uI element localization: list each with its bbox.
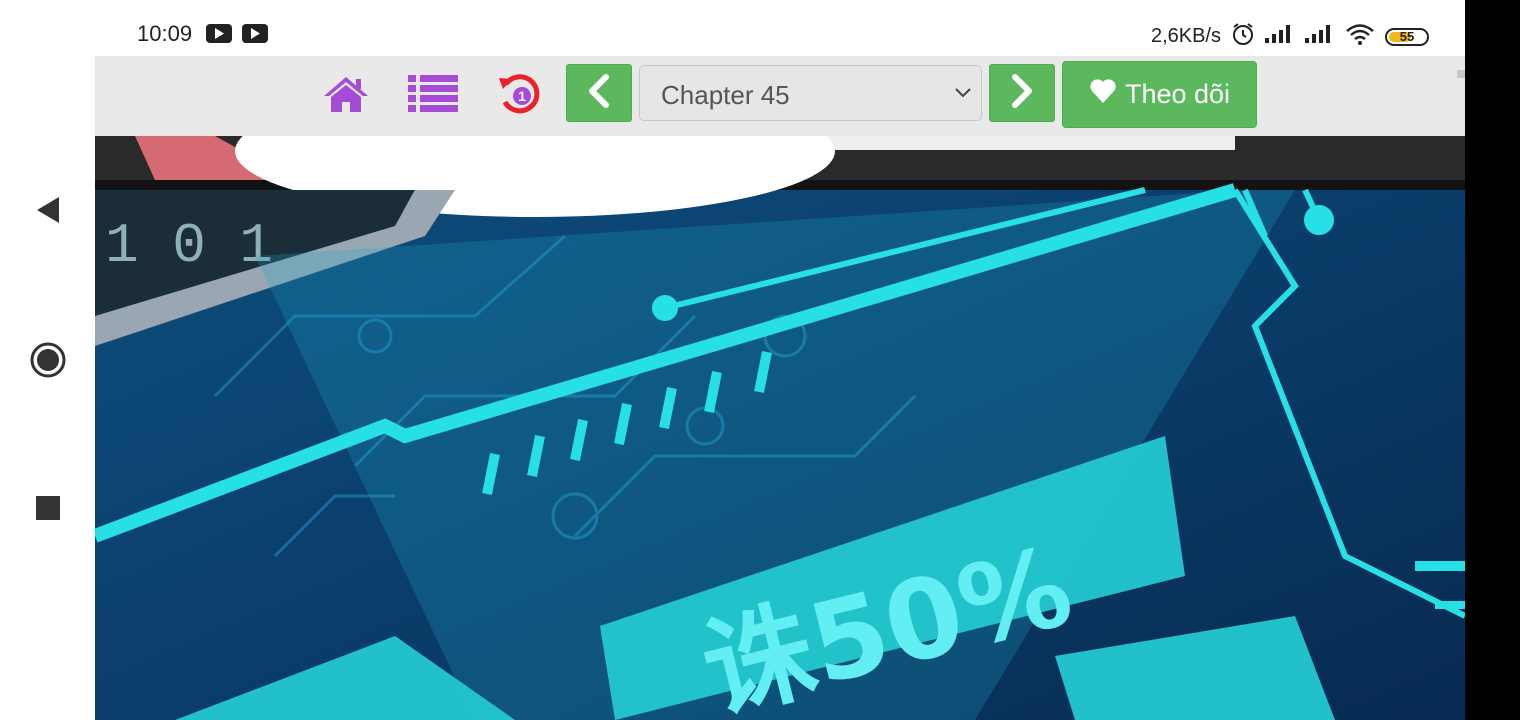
status-right-group: 2,6KB/s 55 — [1151, 22, 1429, 51]
signal-icon — [1265, 24, 1295, 49]
status-bar: 10:09 2,6KB/s 55 — [95, 0, 1465, 56]
screen-edge — [1465, 0, 1520, 720]
recents-square-icon[interactable] — [24, 484, 72, 532]
youtube-icon — [206, 24, 232, 43]
comic-page-image: 1 0 1 诛50% — [95, 136, 1465, 720]
wifi-icon — [1345, 23, 1375, 50]
chevron-right-icon — [1009, 73, 1035, 114]
follow-label: Theo dõi — [1124, 79, 1231, 109]
alarm-icon — [1231, 22, 1255, 51]
follow-button[interactable]: Theo dõi — [1062, 61, 1257, 128]
history-icon[interactable]: 1 — [497, 72, 543, 116]
chevron-down-icon — [953, 85, 973, 104]
battery-icon: 55 — [1385, 27, 1429, 46]
list-icon[interactable] — [407, 72, 459, 116]
next-chapter-button[interactable] — [989, 64, 1055, 122]
system-nav-bar — [0, 0, 96, 720]
battery-level: 55 — [1399, 29, 1415, 44]
home-circle-icon[interactable] — [24, 336, 72, 384]
history-count: 1 — [518, 88, 526, 104]
scroll-indicator — [1457, 70, 1465, 78]
prev-chapter-button[interactable] — [566, 64, 632, 122]
back-icon[interactable] — [24, 186, 72, 234]
chapter-select-value: Chapter 45 — [661, 80, 790, 110]
signal-icon — [1305, 24, 1335, 49]
reader-toolbar: 1 Chapter 45 Theo dõi — [95, 56, 1465, 136]
network-speed: 2,6KB/s — [1150, 25, 1221, 47]
heart-icon — [1089, 78, 1117, 111]
chapter-select[interactable]: Chapter 45 — [639, 65, 982, 121]
chevron-left-icon — [586, 73, 612, 114]
home-icon[interactable] — [323, 72, 369, 116]
comic-text-binary: 1 0 1 — [105, 214, 273, 278]
status-time: 10:09 — [137, 21, 193, 46]
youtube-icon — [242, 24, 268, 43]
